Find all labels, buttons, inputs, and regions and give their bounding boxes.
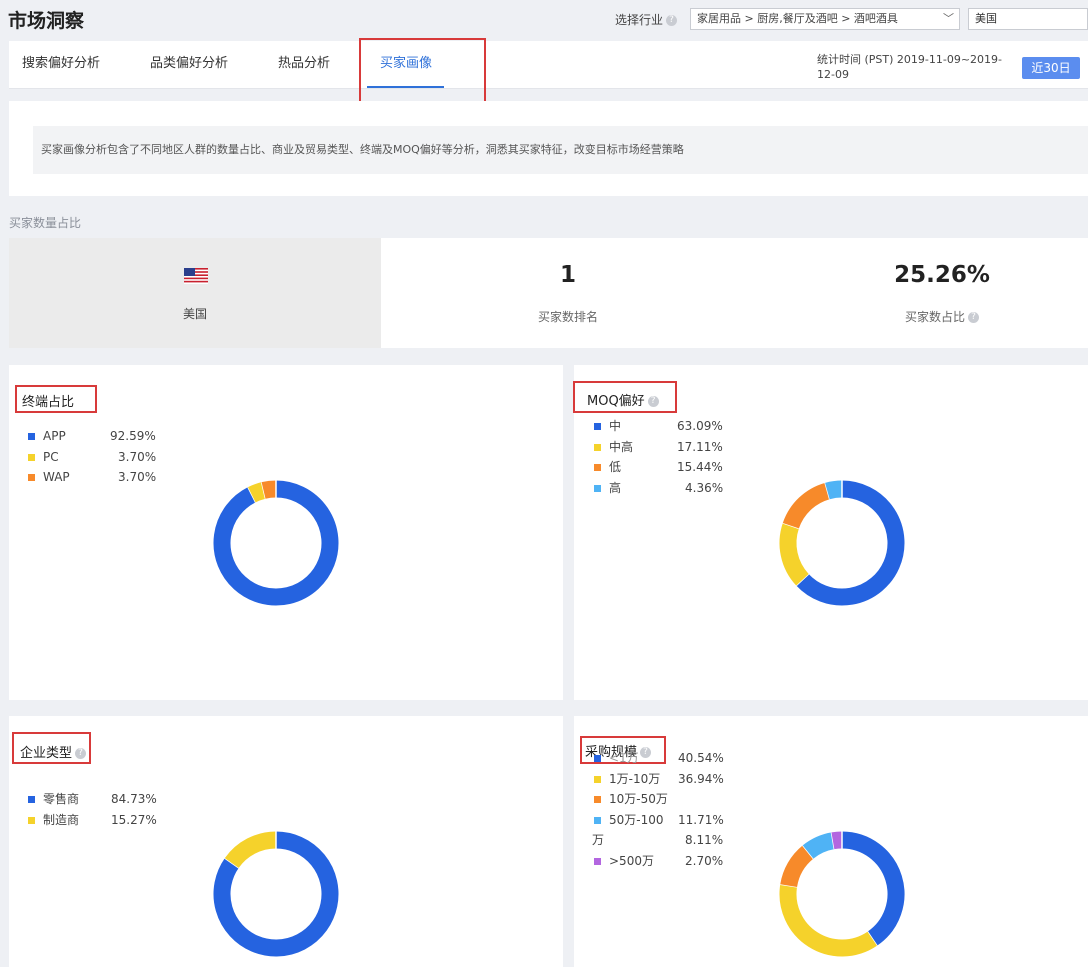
legend-swatch (28, 453, 35, 461)
legend-label: 零售商 (43, 792, 80, 806)
legend-value: 3.70% (118, 449, 157, 464)
us-flag-icon (184, 268, 208, 284)
legend-label: 低 (609, 460, 622, 474)
panel-terminal-share (9, 365, 563, 700)
legend-item[interactable]: 零售商 84.73% (28, 789, 188, 810)
legend-swatch (594, 755, 601, 762)
legend-label: WAP (43, 470, 70, 484)
kpi-country-name: 美国 (182, 307, 207, 321)
legend-value: 63.09% (677, 419, 723, 433)
legend-purchase: <1万 40.54% 1万-10万 36.94% 10万-50万 50万-100万 1… (592, 748, 754, 872)
legend-value: 92.59% (110, 429, 156, 443)
industry-label: 选择行业? (615, 11, 678, 28)
legend-swatch (594, 464, 601, 471)
panel-title-terminal: 终端占比 (22, 395, 75, 410)
legend-item[interactable]: 1万-10万 36.94% (594, 769, 754, 790)
legend-label: APP (43, 429, 66, 443)
tab-buyer-profile[interactable]: 买家画像 (380, 41, 432, 89)
question-circle-icon[interactable]: ? (968, 312, 979, 323)
stat-time: 统计时间 (PST) 2019-11-09~2019- 12-09 (817, 52, 1017, 82)
legend-swatch (594, 775, 601, 783)
legend-item[interactable]: 中高 17.11% (594, 437, 754, 458)
legend-label: PC (43, 449, 59, 464)
buyer-count-section-label: 买家数量占比 (9, 216, 82, 230)
stat-time-line1: 统计时间 (PST) 2019-11-09~2019- (817, 53, 1003, 66)
legend-label: >500万 (609, 853, 654, 868)
legend-swatch (594, 443, 601, 451)
kpi-share-label-text: 买家数占比 (904, 310, 965, 324)
industry-label-text: 选择行业 (615, 13, 664, 27)
legend-label: 高 (609, 480, 622, 495)
top-bar: 市场洞察 选择行业? 家居用品 > 厨房,餐厅及酒吧 > 酒吧酒具 ﹀ 美国 (0, 0, 1088, 40)
legend-swatch (594, 484, 601, 492)
legend-value: 17.11% (677, 439, 723, 454)
legend-label: 制造商 (43, 812, 80, 827)
legend-item[interactable]: 制造商 15.27% (28, 810, 188, 831)
last-30-days-button[interactable]: 近30日 (1022, 57, 1080, 79)
legend-value: 2.70% (685, 853, 724, 868)
tab-category-preference[interactable]: 品类偏好分析 (150, 41, 228, 89)
chevron-down-icon: ﹀ (943, 12, 954, 25)
page-title: 市场洞察 (8, 10, 85, 32)
panel-title-moq-text: MOQ偏好 (587, 394, 645, 409)
legend-item[interactable]: 低 15.44% (594, 457, 754, 478)
legend-swatch (594, 423, 601, 430)
question-circle-icon[interactable]: ? (75, 748, 87, 759)
legend-value: 15.44% (677, 460, 723, 474)
legend-swatch (594, 857, 601, 865)
legend-label: 中 (609, 419, 622, 433)
kpi-rank-value: 1 (559, 262, 576, 288)
legend-value: 11.71% (678, 812, 724, 827)
legend-label: 50万-100万 (592, 812, 664, 848)
legend-item[interactable]: WAP 3.70% (28, 467, 188, 488)
legend-label: <1万 (609, 751, 639, 765)
industry-select-value: 家居用品 > 厨房,餐厅及酒吧 > 酒吧酒具 (697, 12, 898, 25)
legend-label: 1万-10万 (609, 771, 661, 786)
legend-swatch (28, 474, 35, 481)
question-circle-icon[interactable]: ? (666, 15, 678, 26)
tab-search-preference[interactable]: 搜索偏好分析 (22, 41, 100, 89)
industry-select[interactable]: 家居用品 > 厨房,餐厅及酒吧 > 酒吧酒具 ﹀ (690, 8, 960, 30)
kpi-share-label: 买家数占比? (842, 308, 1042, 325)
legend-value: 40.54% (678, 751, 724, 765)
country-select[interactable]: 美国 (968, 8, 1088, 30)
panel-title-moq: MOQ偏好? (587, 390, 659, 409)
panel-company-type (9, 716, 563, 967)
kpi-share-value: 25.26% (894, 262, 990, 288)
legend-value: 8.11% (685, 833, 724, 847)
kpi-rank-label: 买家数排名 (537, 310, 598, 324)
stat-time-line2: 12-09 (817, 68, 849, 81)
legend-swatch (28, 433, 35, 440)
legend-value: 36.94% (678, 771, 724, 786)
legend-item[interactable]: >500万 2.70% (594, 851, 754, 872)
legend-value: 84.73% (111, 792, 157, 806)
legend-item[interactable]: PC 3.70% (28, 447, 188, 468)
legend-item[interactable]: 10万-50万 (594, 789, 754, 810)
legend-swatch (28, 796, 35, 803)
legend-item[interactable]: 中 63.09% (594, 416, 754, 437)
legend-swatch (28, 816, 35, 824)
legend-value: 3.70% (118, 470, 157, 484)
tab-hot-products[interactable]: 热品分析 (278, 41, 330, 89)
kpi-country-panel (9, 238, 381, 348)
legend-label: 10万-50万 (609, 792, 668, 806)
legend-item[interactable]: 50万-100万 11.71% 8.11% (592, 810, 754, 851)
panel-title-company-text: 企业类型 (20, 746, 73, 761)
legend-terminal: APP 92.59% PC 3.70% WAP 3.70% (28, 426, 188, 488)
panel-title-company: 企业类型? (20, 742, 87, 761)
description-text: 买家画像分析包含了不同地区人群的数量占比、商业及贸易类型、终端及MOQ偏好等分析… (33, 126, 1088, 174)
legend-item[interactable]: 高 4.36% (594, 478, 754, 499)
legend-moq: 中 63.09% 中高 17.11% 低 15.44% 高 4.36% (594, 416, 754, 498)
legend-label: 中高 (609, 439, 634, 454)
legend-swatch (594, 796, 601, 803)
legend-item[interactable]: <1万 40.54% (594, 748, 754, 769)
legend-company: 零售商 84.73% 制造商 15.27% (28, 789, 188, 830)
legend-value: 15.27% (111, 812, 157, 827)
legend-item[interactable]: APP 92.59% (28, 426, 188, 447)
active-tab-indicator (367, 86, 444, 88)
legend-value: 4.36% (685, 480, 724, 495)
question-circle-icon[interactable]: ? (647, 396, 659, 407)
